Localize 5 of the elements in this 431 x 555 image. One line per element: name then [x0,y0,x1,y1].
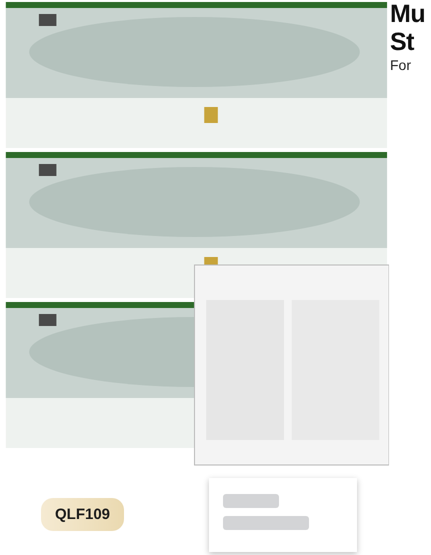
heading-text: St [390,28,416,56]
product-code-badge: QLF109 [41,498,124,531]
heading-text: Mu [390,0,426,28]
placeholder-bar [223,494,280,508]
subtitle-text: For [390,56,412,74]
